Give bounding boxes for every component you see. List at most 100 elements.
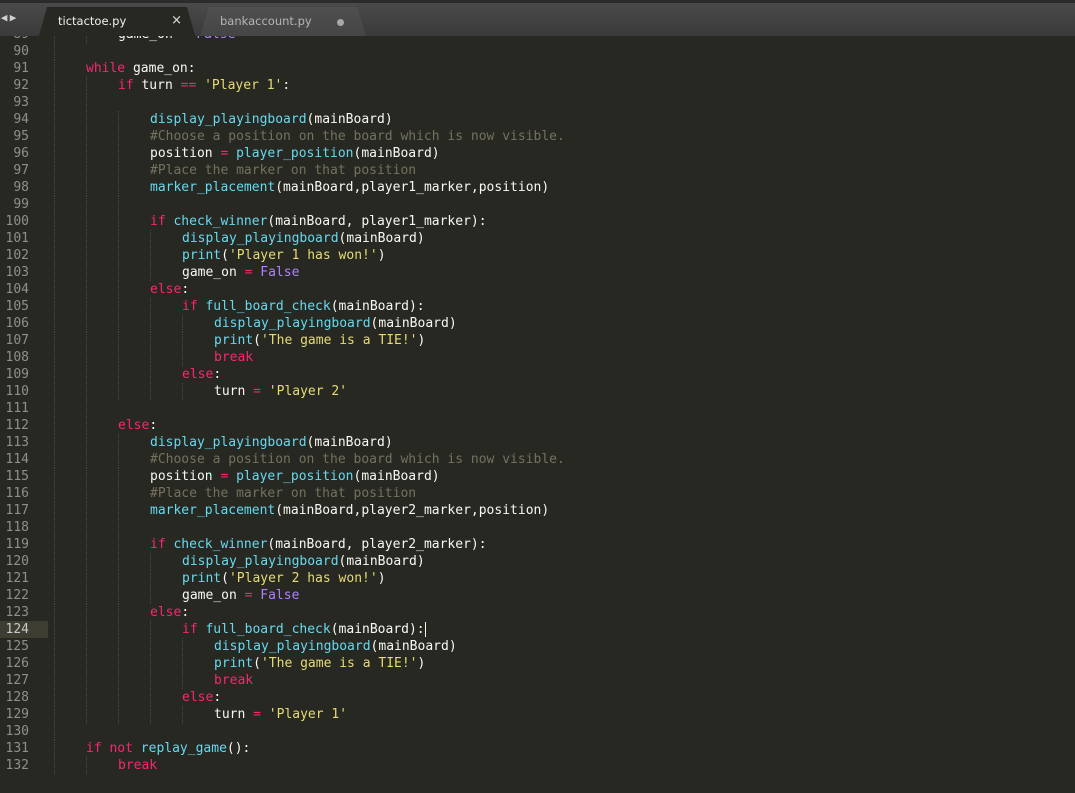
code-line[interactable]: 121 print('Player 2 has won!') [0, 570, 1075, 587]
indent-guide [118, 468, 120, 485]
indent-guide [86, 230, 88, 247]
code-line[interactable]: 115 position = player_position(mainBoard) [0, 468, 1075, 485]
code-line[interactable]: 122 game_on = False [0, 587, 1075, 604]
code-text: display_playingboard(mainBoard) [214, 638, 457, 655]
indent-guide [54, 621, 56, 638]
code-token: print [182, 248, 222, 263]
indent-guide [86, 298, 88, 315]
indent-guide [150, 332, 152, 349]
line-number: 93 [13, 95, 29, 110]
tab-tictactoe[interactable]: tictactoe.py × [38, 7, 196, 39]
indent-guide [118, 281, 120, 298]
back-arrow-icon[interactable]: ◀ [0, 11, 9, 24]
indent-guide [54, 740, 56, 757]
close-icon[interactable]: × [171, 13, 182, 28]
indent-guide [86, 536, 88, 553]
indent-guide [150, 349, 152, 366]
code-line[interactable]: 108 break [0, 349, 1075, 366]
code-token: ( [253, 333, 261, 348]
line-number: 89 [0, 36, 29, 43]
code-token: full_board_check [205, 622, 331, 637]
code-line[interactable]: 98 marker_placement(mainBoard,player1_mar… [0, 179, 1075, 196]
code-text: display_playingboard(mainBoard) [182, 230, 425, 247]
code-line[interactable]: 94 display_playingboard(mainBoard) [0, 111, 1075, 128]
code-editor[interactable]: 89 game_on = False 90 91 while game_on: 92 if … [0, 36, 1075, 793]
indent-guide [118, 587, 120, 604]
code-line[interactable]: 111 [0, 400, 1075, 417]
code-token: (mainBoard, player2_marker): [267, 537, 487, 552]
code-token: print [182, 571, 222, 586]
code-line[interactable]: 109 else: [0, 366, 1075, 383]
code-token: : [181, 605, 190, 620]
indent-guide [54, 77, 56, 94]
code-line[interactable]: 89 game_on = False [0, 36, 1075, 43]
code-line[interactable]: 124 if full_board_check(mainBoard): [0, 621, 1075, 638]
indent-guide [118, 213, 120, 230]
code-line[interactable]: 112 else: [0, 417, 1075, 434]
indent-guide [54, 570, 56, 587]
code-token: else [150, 282, 182, 297]
code-token: : [181, 282, 190, 297]
code-token: game_on [118, 36, 181, 42]
code-line[interactable]: 130 [0, 723, 1075, 740]
code-line[interactable]: 91 while game_on: [0, 60, 1075, 77]
indent-guide [118, 315, 120, 332]
line-number: 111 [5, 401, 29, 416]
code-line[interactable]: 114 #Choose a position on the board which… [0, 451, 1075, 468]
code-text: marker_placement(mainBoard,player1_marke… [150, 179, 549, 196]
indent-guide [86, 315, 88, 332]
code-line[interactable]: 99 [0, 196, 1075, 213]
indent-guide [150, 366, 152, 383]
code-line[interactable]: 97 #Place the marker on that position [0, 162, 1075, 179]
code-token: ) [377, 571, 386, 586]
tab-bankaccount[interactable]: bankaccount.py [200, 7, 366, 36]
code-line[interactable]: 110 turn = 'Player 2' [0, 383, 1075, 400]
code-line[interactable]: 127 break [0, 672, 1075, 689]
code-line[interactable]: 101 display_playingboard(mainBoard) [0, 230, 1075, 247]
indent-guide [86, 672, 88, 689]
code-line[interactable]: 116 #Place the marker on that position [0, 485, 1075, 502]
code-line[interactable]: 129 turn = 'Player 1' [0, 706, 1075, 723]
code-line[interactable]: 123 else: [0, 604, 1075, 621]
code-line[interactable]: 107 print('The game is a TIE!') [0, 332, 1075, 349]
code-line[interactable]: 100 if check_winner(mainBoard, player1_ma… [0, 213, 1075, 230]
code-line[interactable]: 128 else: [0, 689, 1075, 706]
code-token: if [150, 214, 166, 229]
code-line[interactable]: 113 display_playingboard(mainBoard) [0, 434, 1075, 451]
code-line[interactable]: 93 [0, 94, 1075, 111]
code-text: print('Player 1 has won!') [182, 247, 386, 264]
code-line[interactable]: 96 position = player_position(mainBoard) [0, 145, 1075, 162]
indent-guide [54, 145, 56, 162]
code-line[interactable]: 92 if turn == 'Player 1': [0, 77, 1075, 94]
indent-guide [150, 383, 152, 400]
code-line[interactable]: 131 if not replay_game(): [0, 740, 1075, 757]
forward-arrow-icon[interactable]: ▶ [9, 11, 18, 24]
code-line[interactable]: 117 marker_placement(mainBoard,player2_ma… [0, 502, 1075, 519]
indent-guide [54, 264, 56, 281]
code-line[interactable]: 118 [0, 519, 1075, 536]
indent-guide [118, 247, 120, 264]
code-text: marker_placement(mainBoard,player2_marke… [150, 502, 549, 519]
code-line[interactable]: 105 if full_board_check(mainBoard): [0, 298, 1075, 315]
code-line[interactable]: 95 #Choose a position on the board which … [0, 128, 1075, 145]
code-token: player_position [236, 469, 354, 484]
code-line[interactable]: 120 display_playingboard(mainBoard) [0, 553, 1075, 570]
indent-guide [86, 689, 88, 706]
code-line[interactable]: 102 print('Player 1 has won!') [0, 247, 1075, 264]
indent-guide [54, 638, 56, 655]
code-token: ) [417, 656, 426, 671]
code-token: display_playingboard [214, 316, 371, 331]
code-line[interactable]: 125 display_playingboard(mainBoard) [0, 638, 1075, 655]
code-line[interactable]: 106 display_playingboard(mainBoard) [0, 315, 1075, 332]
code-line[interactable]: 103 game_on = False [0, 264, 1075, 281]
indent-guide [86, 417, 88, 434]
code-token: check_winner [173, 214, 268, 229]
code-line[interactable]: 119 if check_winner(mainBoard, player2_ma… [0, 536, 1075, 553]
code-line[interactable]: 126 print('The game is a TIE!') [0, 655, 1075, 672]
code-line[interactable]: 90 [0, 43, 1075, 60]
unsaved-dot-icon[interactable] [337, 19, 344, 26]
code-text: turn = 'Player 1' [214, 706, 347, 723]
code-token: check_winner [173, 537, 268, 552]
code-line[interactable]: 132 break [0, 757, 1075, 774]
code-line[interactable]: 104 else: [0, 281, 1075, 298]
